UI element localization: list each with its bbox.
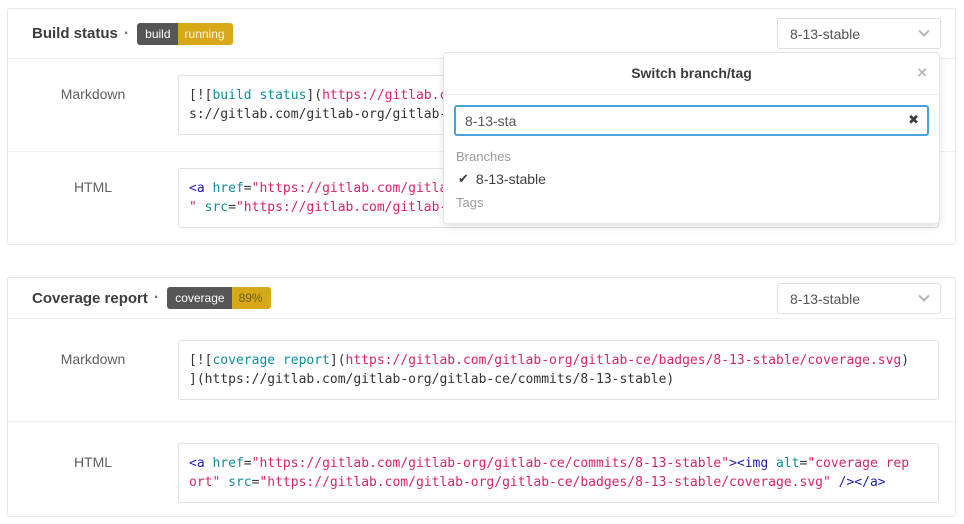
markdown-code-coverage[interactable]: [![coverage report](https://gitlab.com/g… [178, 340, 939, 400]
row-label: HTML [8, 168, 178, 195]
coverage-badge: coverage 89% [167, 287, 270, 309]
branch-select-build[interactable]: 8-13-stable [777, 18, 941, 49]
branch-item-8-13-stable[interactable]: ✔ 8-13-stable [444, 167, 939, 192]
row-label: Markdown [8, 340, 178, 367]
build-status-badge: build running [137, 23, 232, 45]
check-icon: ✔ [458, 171, 469, 187]
switch-branch-popup: Switch branch/tag × ✖ Branches ✔ 8-13-st… [443, 52, 940, 224]
branches-group-header: Branches [444, 146, 939, 167]
row-label: Markdown [8, 75, 178, 102]
chevron-down-icon [918, 25, 929, 36]
row-label: HTML [8, 443, 178, 470]
html-row: HTML <a href="https://gitlab.com/gitlab-… [8, 421, 955, 524]
chevron-down-icon [918, 290, 929, 301]
badge-value: running [178, 23, 233, 45]
close-icon[interactable]: × [917, 61, 927, 85]
branch-select-value: 8-13-stable [790, 26, 860, 42]
branch-select-value: 8-13-stable [790, 291, 860, 307]
badge-value: 89% [232, 287, 271, 309]
title-separator: · [154, 289, 159, 307]
branch-search-input[interactable] [454, 105, 929, 136]
clear-search-icon[interactable]: ✖ [908, 112, 919, 128]
badge-label: build [137, 23, 177, 45]
markdown-row: Markdown [![coverage report](https://git… [8, 319, 955, 421]
coverage-report-header: Coverage report · coverage 89% 8-13-stab… [8, 278, 955, 319]
panel-title: Coverage report [32, 290, 148, 307]
badge-label: coverage [167, 287, 231, 309]
branch-search-wrap: ✖ [454, 105, 929, 136]
popup-title: Switch branch/tag [631, 65, 752, 81]
branch-select-coverage[interactable]: 8-13-stable [777, 283, 941, 314]
title-separator: · [124, 25, 129, 43]
coverage-report-panel: Coverage report · coverage 89% 8-13-stab… [7, 277, 956, 517]
popup-header: Switch branch/tag × [444, 53, 939, 95]
branch-item-label: 8-13-stable [476, 171, 546, 187]
html-code-coverage[interactable]: <a href="https://gitlab.com/gitlab-org/g… [178, 443, 939, 503]
tags-group-header: Tags [444, 192, 939, 213]
panel-title: Build status [32, 25, 118, 42]
